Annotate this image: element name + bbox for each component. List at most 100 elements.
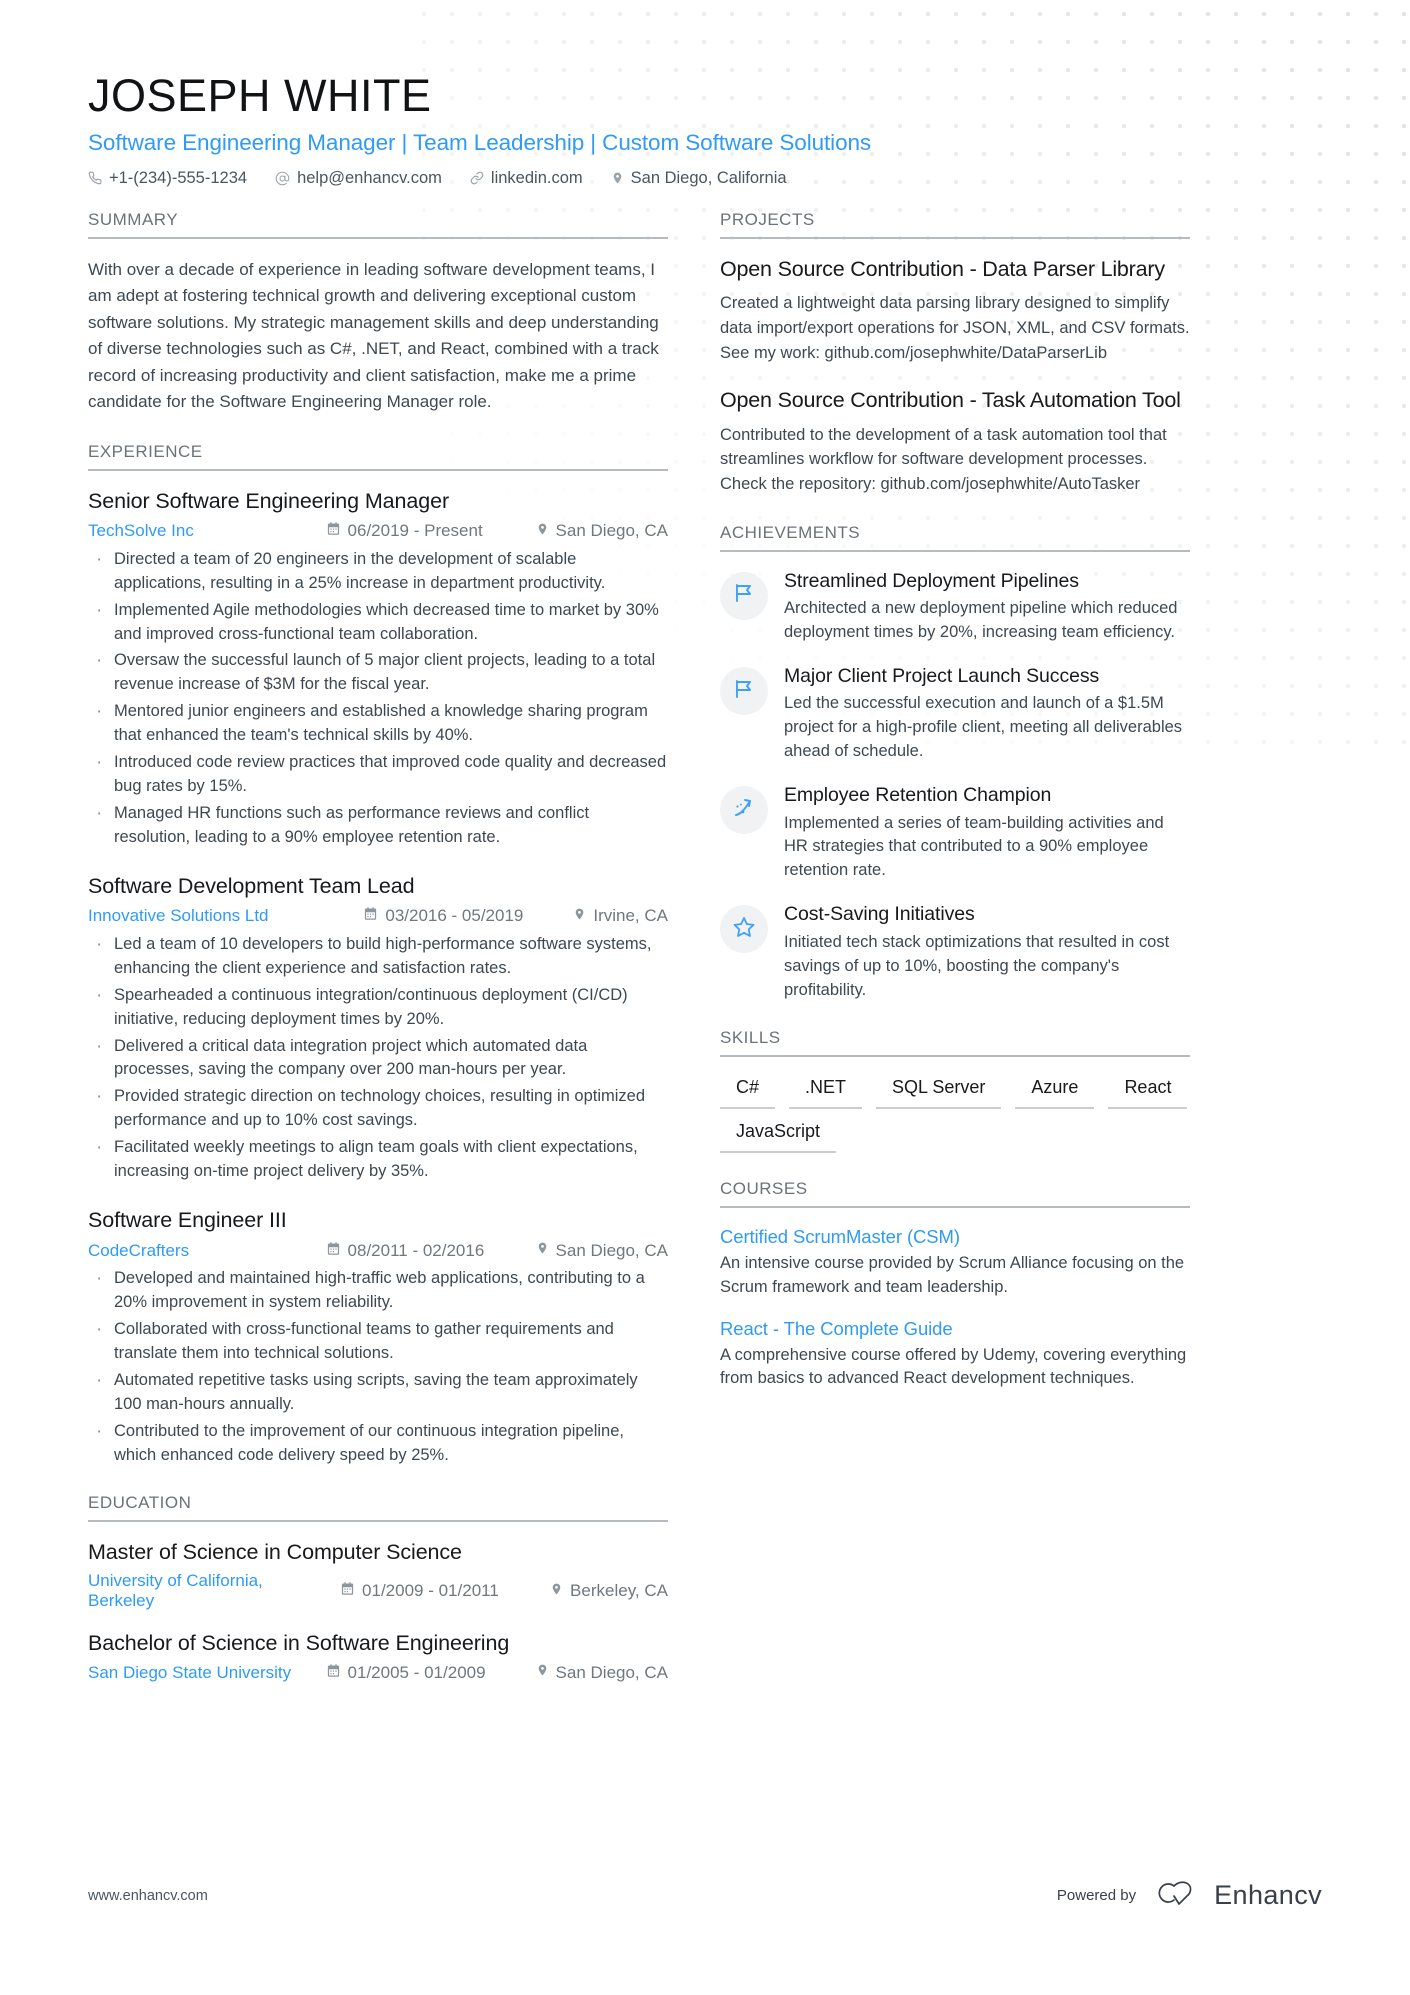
bullet: Developed and maintained high-traffic we… bbox=[88, 1265, 668, 1315]
achievement-item: Streamlined Deployment Pipelines Archite… bbox=[720, 570, 1190, 645]
education-meta: University of California, Berkeley 01/20… bbox=[88, 1571, 668, 1611]
footer-url[interactable]: www.enhancv.com bbox=[88, 1888, 208, 1904]
summary-text: With over a decade of experience in lead… bbox=[88, 259, 659, 412]
bullet: Directed a team of 20 engineers in the d… bbox=[88, 546, 668, 596]
location-icon bbox=[573, 906, 586, 927]
contact-phone: +1-(234)-555-1234 bbox=[88, 169, 247, 188]
course-description: An intensive course provided by Scrum Al… bbox=[720, 1253, 1185, 1296]
enhancv-logo: Enhancv bbox=[1152, 1878, 1322, 1913]
job-bullets: Developed and maintained high-traffic we… bbox=[88, 1265, 668, 1468]
section-courses: COURSES Certified ScrumMaster (CSM) An i… bbox=[720, 1179, 1190, 1392]
job-dates: 08/2011 - 02/2016 bbox=[326, 1241, 536, 1261]
education-heading: EDUCATION bbox=[88, 1493, 668, 1523]
achievement-title: Employee Retention Champion bbox=[784, 784, 1052, 807]
achievement-item: Cost-Saving Initiatives Initiated tech s… bbox=[720, 903, 1190, 1002]
company-name[interactable]: Innovative Solutions Ltd bbox=[88, 906, 269, 926]
job-location-text: Irvine, CA bbox=[593, 906, 668, 926]
job-dates-text: 03/2016 - 05/2019 bbox=[385, 906, 524, 926]
skill-tag: Azure bbox=[1015, 1075, 1095, 1110]
right-column: PROJECTS Open Source Contribution - Data… bbox=[720, 210, 1190, 1418]
company-name[interactable]: TechSolve Inc bbox=[88, 521, 194, 541]
skill-tag: .NET bbox=[789, 1075, 863, 1110]
courses-heading: COURSES bbox=[720, 1179, 1190, 1208]
contact-location-text: San Diego, California bbox=[630, 168, 787, 187]
experience-item: Software Development Team Lead Innovativ… bbox=[88, 874, 668, 1184]
achievement-body: Streamlined Deployment Pipelines Archite… bbox=[784, 570, 1190, 645]
email-icon bbox=[275, 171, 290, 186]
project-item: Open Source Contribution - Task Automati… bbox=[720, 388, 1190, 497]
achievement-title: Major Client Project Launch Success bbox=[784, 665, 1100, 688]
contact-email: help@enhancv.com bbox=[275, 169, 442, 188]
education-meta: San Diego State University 01/2005 - 01/… bbox=[88, 1662, 668, 1683]
location-icon bbox=[536, 1662, 549, 1683]
education-dates-text: 01/2009 - 01/2011 bbox=[362, 1581, 499, 1601]
page-footer: www.enhancv.com Powered by Enhancv bbox=[88, 1878, 1322, 1913]
achievement-description: Architected a new deployment pipeline wh… bbox=[784, 599, 1178, 642]
achievement-description: Initiated tech stack optimizations that … bbox=[784, 932, 1170, 999]
skill-tag: JavaScript bbox=[720, 1119, 837, 1153]
course-name[interactable]: Certified ScrumMaster (CSM) bbox=[720, 1226, 1190, 1248]
project-name: Open Source Contribution - Task Automati… bbox=[720, 387, 1181, 412]
job-title: Software Development Team Lead bbox=[88, 873, 415, 898]
contact-link[interactable]: linkedin.com bbox=[470, 169, 583, 188]
course-item: React - The Complete Guide A comprehensi… bbox=[720, 1318, 1190, 1392]
location-icon bbox=[536, 521, 549, 542]
powered-by-label: Powered by bbox=[1056, 1887, 1137, 1904]
contact-email-text: help@enhancv.com bbox=[297, 168, 442, 187]
achievement-title: Streamlined Deployment Pipelines bbox=[784, 569, 1079, 592]
professional-headline: Software Engineering Manager | Team Lead… bbox=[88, 129, 872, 155]
project-description: Created a lightweight data parsing libra… bbox=[720, 294, 1190, 362]
growth-arrow-icon bbox=[732, 796, 756, 825]
skills-heading: SKILLS bbox=[720, 1028, 1190, 1058]
job-dates: 03/2016 - 05/2019 bbox=[363, 906, 573, 926]
bullet: Introduced code review practices that im… bbox=[88, 749, 668, 799]
project-item: Open Source Contribution - Data Parser L… bbox=[720, 257, 1190, 366]
school-name[interactable]: San Diego State University bbox=[88, 1663, 291, 1683]
education-item: Bachelor of Science in Software Engineer… bbox=[88, 1631, 668, 1683]
education-location-text: Berkeley, CA bbox=[570, 1581, 668, 1601]
skill-tag: React bbox=[1108, 1075, 1188, 1110]
degree-title: Bachelor of Science in Software Engineer… bbox=[88, 1631, 510, 1656]
star-icon bbox=[732, 915, 756, 944]
project-name: Open Source Contribution - Data Parser L… bbox=[720, 256, 1165, 281]
flag-icon bbox=[732, 581, 756, 610]
skill-tag: SQL Server bbox=[876, 1075, 1002, 1110]
achievement-icon-wrap bbox=[720, 667, 768, 716]
enhancv-mark-icon bbox=[1152, 1878, 1204, 1913]
location-icon bbox=[536, 1240, 549, 1261]
section-skills: SKILLS C# .NET SQL Server Azure React Ja… bbox=[720, 1028, 1190, 1153]
link-icon bbox=[470, 171, 484, 185]
job-bullets: Led a team of 10 developers to build hig… bbox=[88, 931, 668, 1184]
job-dates: 06/2019 - Present bbox=[326, 521, 536, 541]
project-description: Contributed to the development of a task… bbox=[720, 425, 1167, 494]
bullet: Oversaw the successful launch of 5 major… bbox=[88, 647, 668, 697]
bullet: Contributed to the improvement of our co… bbox=[88, 1418, 668, 1468]
achievement-description: Implemented a series of team-building ac… bbox=[784, 813, 1164, 880]
bullet: Delivered a critical data integration pr… bbox=[88, 1033, 668, 1083]
achievement-icon-wrap bbox=[720, 905, 768, 954]
achievement-title: Cost-Saving Initiatives bbox=[784, 903, 975, 926]
job-location: San Diego, CA bbox=[536, 1240, 668, 1261]
achievement-item: Employee Retention Champion Implemented … bbox=[720, 784, 1190, 883]
projects-heading: PROJECTS bbox=[720, 210, 1190, 239]
achievement-body: Employee Retention Champion Implemented … bbox=[784, 784, 1190, 883]
resume-body: SUMMARY With over a decade of experience… bbox=[88, 210, 1322, 1710]
job-meta: TechSolve Inc 06/2019 - Present San Dieg… bbox=[88, 521, 668, 542]
calendar-icon bbox=[363, 906, 378, 926]
skills-list: C# .NET SQL Server Azure React JavaScrip… bbox=[720, 1075, 1190, 1153]
enhancv-wordmark: Enhancv bbox=[1214, 1880, 1322, 1910]
school-name[interactable]: University of California, Berkeley bbox=[88, 1571, 330, 1611]
job-location: San Diego, CA bbox=[536, 521, 668, 542]
job-location-text: San Diego, CA bbox=[555, 521, 668, 541]
experience-heading: EXPERIENCE bbox=[88, 442, 668, 471]
contact-location: San Diego, California bbox=[611, 169, 787, 188]
education-location: San Diego, CA bbox=[536, 1662, 668, 1683]
course-name[interactable]: React - The Complete Guide bbox=[720, 1318, 1190, 1340]
bullet: Provided strategic direction on technolo… bbox=[88, 1083, 668, 1133]
contact-bar: +1-(234)-555-1234 help@enhancv.com linke… bbox=[88, 169, 1322, 188]
footer-branding: Powered by Enhancv bbox=[1057, 1878, 1322, 1913]
education-dates: 01/2005 - 01/2009 bbox=[326, 1663, 536, 1683]
phone-icon bbox=[88, 171, 102, 185]
company-name[interactable]: CodeCrafters bbox=[88, 1241, 189, 1261]
degree-title: Master of Science in Computer Science bbox=[88, 1540, 462, 1565]
